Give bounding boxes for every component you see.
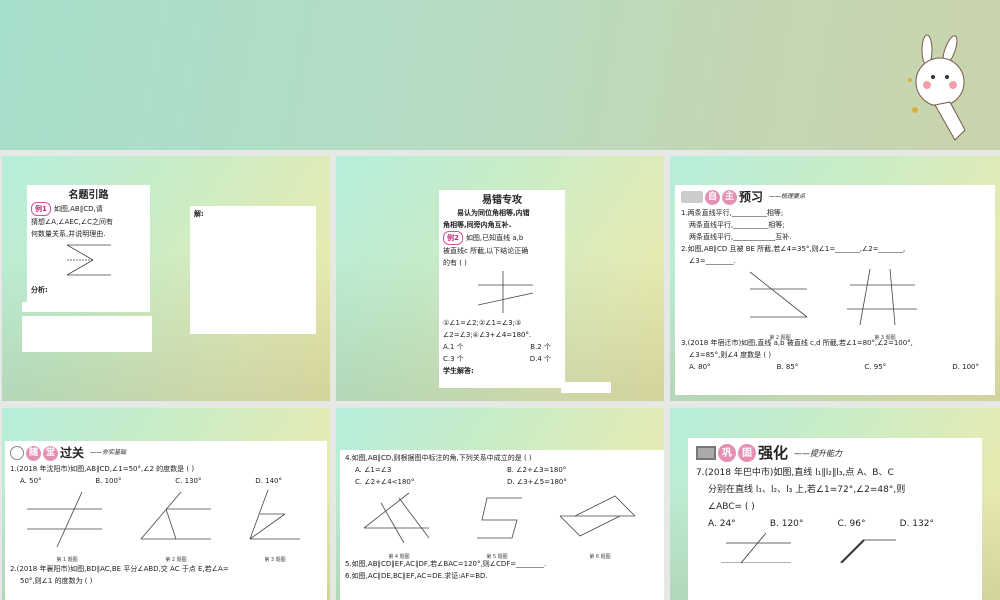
- geometry-figure-3: [847, 268, 917, 326]
- option-a: A. 50°: [20, 477, 42, 485]
- question-text: 7.(2018 年巴中市)如图,直线 l₁∥l₂∥l₃,点 A、B、C: [696, 468, 894, 478]
- solution-card: 解:: [190, 206, 316, 334]
- figure-caption: 第 3 题图: [264, 557, 286, 563]
- geometry-figure-6: [559, 495, 636, 537]
- question-text: 50°,则∠1 的度数为 ( ): [20, 577, 93, 585]
- geometry-figure-5: [477, 497, 522, 539]
- slide-thumbnail-1[interactable]: 名题引路 例1 如图,AB∥CD,请 猜想∠A,∠AEC,∠C之间有 何数量关系,…: [2, 156, 330, 401]
- preview-card: 自主预习 ——梳理要点 1.两条直线平行,__________相等; 两条直线平行…: [675, 185, 995, 395]
- section-title: 预习: [739, 190, 764, 204]
- option-b: B. 100°: [95, 477, 122, 485]
- question-text: 3.(2018 年宿迁市)如图,直线 a,b 被直线 c,d 所截,若∠1=80…: [681, 339, 913, 347]
- answer-label: 学生解答:: [443, 367, 474, 375]
- geometry-figure-4: [363, 492, 430, 544]
- header-circle: 巩: [718, 444, 736, 462]
- board-icon: [696, 446, 716, 460]
- clock-icon: [10, 446, 24, 460]
- header-circle: 固: [738, 444, 756, 462]
- book-icon: [681, 191, 703, 203]
- question-text: 的有 ( ): [443, 259, 467, 267]
- question-text: 如图,已知直线 a,b: [465, 234, 524, 242]
- example-badge: 例1: [31, 202, 51, 216]
- slide-thumbnail-4[interactable]: 随堂过关 ——夯实基础 1.(2018 年沈阳市)如图,AB∥CD,∠1=50°,…: [2, 408, 330, 600]
- question-text: 6.如图,AC∥DE,BC∥EF,AC=DE.求证:AF=BD.: [345, 572, 488, 580]
- header-circle: 主: [722, 189, 737, 205]
- question-text: 1.两条直线平行,__________相等;: [681, 209, 784, 217]
- geometry-figure-3: [249, 489, 300, 540]
- question-text: 何数量关系,并说明理由.: [31, 230, 106, 238]
- section-subtitle: ——夯实基础: [90, 449, 127, 456]
- option-d: D. 132°: [899, 519, 934, 529]
- question-text: 被直线c 所截,以下结论正确: [443, 247, 529, 255]
- slide-thumbnail-2[interactable]: 易错专攻 易认为同位角相等,内错 角相等,同旁内角互补. 例2 如图,已知直线 a…: [336, 156, 664, 401]
- option-b: B.2 个: [530, 343, 551, 351]
- option-b: B. 85°: [776, 363, 799, 371]
- geometry-figure-7: [721, 532, 896, 564]
- example-badge: 例2: [443, 231, 463, 245]
- header-circle: 堂: [43, 445, 58, 461]
- slide-thumbnail-3[interactable]: 自主预习 ——梳理要点 1.两条直线平行,__________相等; 两条直线平行…: [670, 156, 1000, 401]
- question-text: ∠3=________.: [689, 257, 736, 265]
- question-text: 4.如图,AB∥CD,则根据图中标注的角,下列关系中成立的是 ( ): [345, 454, 532, 462]
- option-a: A. ∠1=∠3: [355, 466, 392, 474]
- analysis-label: 分析:: [31, 286, 48, 294]
- statement-text: ∠2=∠3;④∠3+∠4=180°.: [443, 331, 532, 339]
- figure-caption: 第 6 题图: [589, 554, 611, 560]
- error-card: 易错专攻 易认为同位角相等,内错 角相等,同旁内角互补. 例2 如图,已知直线 a…: [439, 190, 565, 388]
- consolidation-card: 巩固强化 ——提升能力 7.(2018 年巴中市)如图,直线 l₁∥l₂∥l₃,点…: [688, 438, 982, 600]
- option-a: A. 24°: [708, 519, 736, 529]
- header-circle: 自: [705, 189, 720, 205]
- question-text: 分别在直线 l₁、l₂、l₃ 上,若∠1=72°,∠2=48°,则: [708, 485, 906, 495]
- question-text: 如图,AB∥CD,请: [53, 205, 103, 213]
- slide-thumbnail-6[interactable]: 巩固强化 ——提升能力 7.(2018 年巴中市)如图,直线 l₁∥l₂∥l₃,点…: [670, 408, 1000, 600]
- question-text: 2.如图,AB∥CD 且被 BE 所截,若∠4=35°,则∠1=_______,…: [681, 245, 906, 253]
- option-d: D.4 个: [529, 355, 551, 363]
- section-title: 名题引路: [68, 190, 109, 201]
- geometry-figure-1: [27, 491, 102, 548]
- previous-slide-preview[interactable]: [0, 0, 1000, 150]
- section-title: 强化: [758, 443, 789, 462]
- option-c: C. 96°: [837, 519, 866, 529]
- tip-text: 易认为同位角相等,内错: [457, 209, 530, 217]
- option-c: C. 95°: [864, 363, 887, 371]
- option-c: C.3 个: [443, 355, 464, 363]
- slide-thumbnail-5[interactable]: 4.如图,AB∥CD,则根据图中标注的角,下列关系中成立的是 ( ) A. ∠1…: [336, 408, 664, 600]
- question-text: 猜想∠A,∠AEC,∠C之间有: [31, 218, 114, 226]
- tip-text: 角相等,同旁内角互补.: [443, 221, 512, 229]
- option-d: D. 100°: [952, 363, 979, 371]
- statement-text: ①∠1=∠2;②∠1=∠3;③: [443, 319, 522, 327]
- example-card: 名题引路 例1 如图,AB∥CD,请 猜想∠A,∠AEC,∠C之间有 何数量关系,…: [27, 185, 150, 302]
- practice-card: 随堂过关 ——夯实基础 1.(2018 年沈阳市)如图,AB∥CD,∠1=50°,…: [5, 441, 327, 600]
- geometry-figure-2: [749, 271, 808, 318]
- section-title: 过关: [60, 446, 85, 460]
- option-b: B. 120°: [769, 519, 804, 529]
- question-text: ∠3=85°,则∠4 度数是 ( ): [689, 351, 772, 359]
- question-text: 两条直线平行,____________互补.: [689, 233, 792, 241]
- option-a: A. 80°: [689, 363, 711, 371]
- geometry-figure: [477, 271, 534, 313]
- geometry-figure-2: [140, 491, 211, 540]
- option-d: D. 140°: [255, 477, 282, 485]
- question-text: 1.(2018 年沈阳市)如图,AB∥CD,∠1=50°,∠2 的度数是 ( ): [10, 465, 195, 473]
- option-b: B. ∠2+∠3=180°: [507, 466, 567, 474]
- option-d: D. ∠3+∠5=180°: [507, 478, 567, 486]
- question-text: 两条直线平行,__________相等;: [689, 221, 785, 229]
- bunny-sticker-icon: [908, 34, 966, 141]
- practice-card: 4.如图,AB∥CD,则根据图中标注的角,下列关系中成立的是 ( ) A. ∠1…: [340, 450, 664, 600]
- section-subtitle: ——提升能力: [794, 448, 843, 458]
- option-c: C. ∠2+∠4<180°: [355, 478, 415, 486]
- section-title: 易错专攻: [482, 195, 522, 206]
- option-a: A.1 个: [443, 343, 464, 351]
- geometry-figure: [66, 244, 111, 276]
- option-c: C. 130°: [175, 477, 202, 485]
- solution-label: 解:: [194, 210, 204, 218]
- question-text: ∠ABC= ( ): [708, 502, 755, 512]
- header-circle: 随: [26, 445, 41, 461]
- section-subtitle: ——梳理要点: [769, 193, 806, 200]
